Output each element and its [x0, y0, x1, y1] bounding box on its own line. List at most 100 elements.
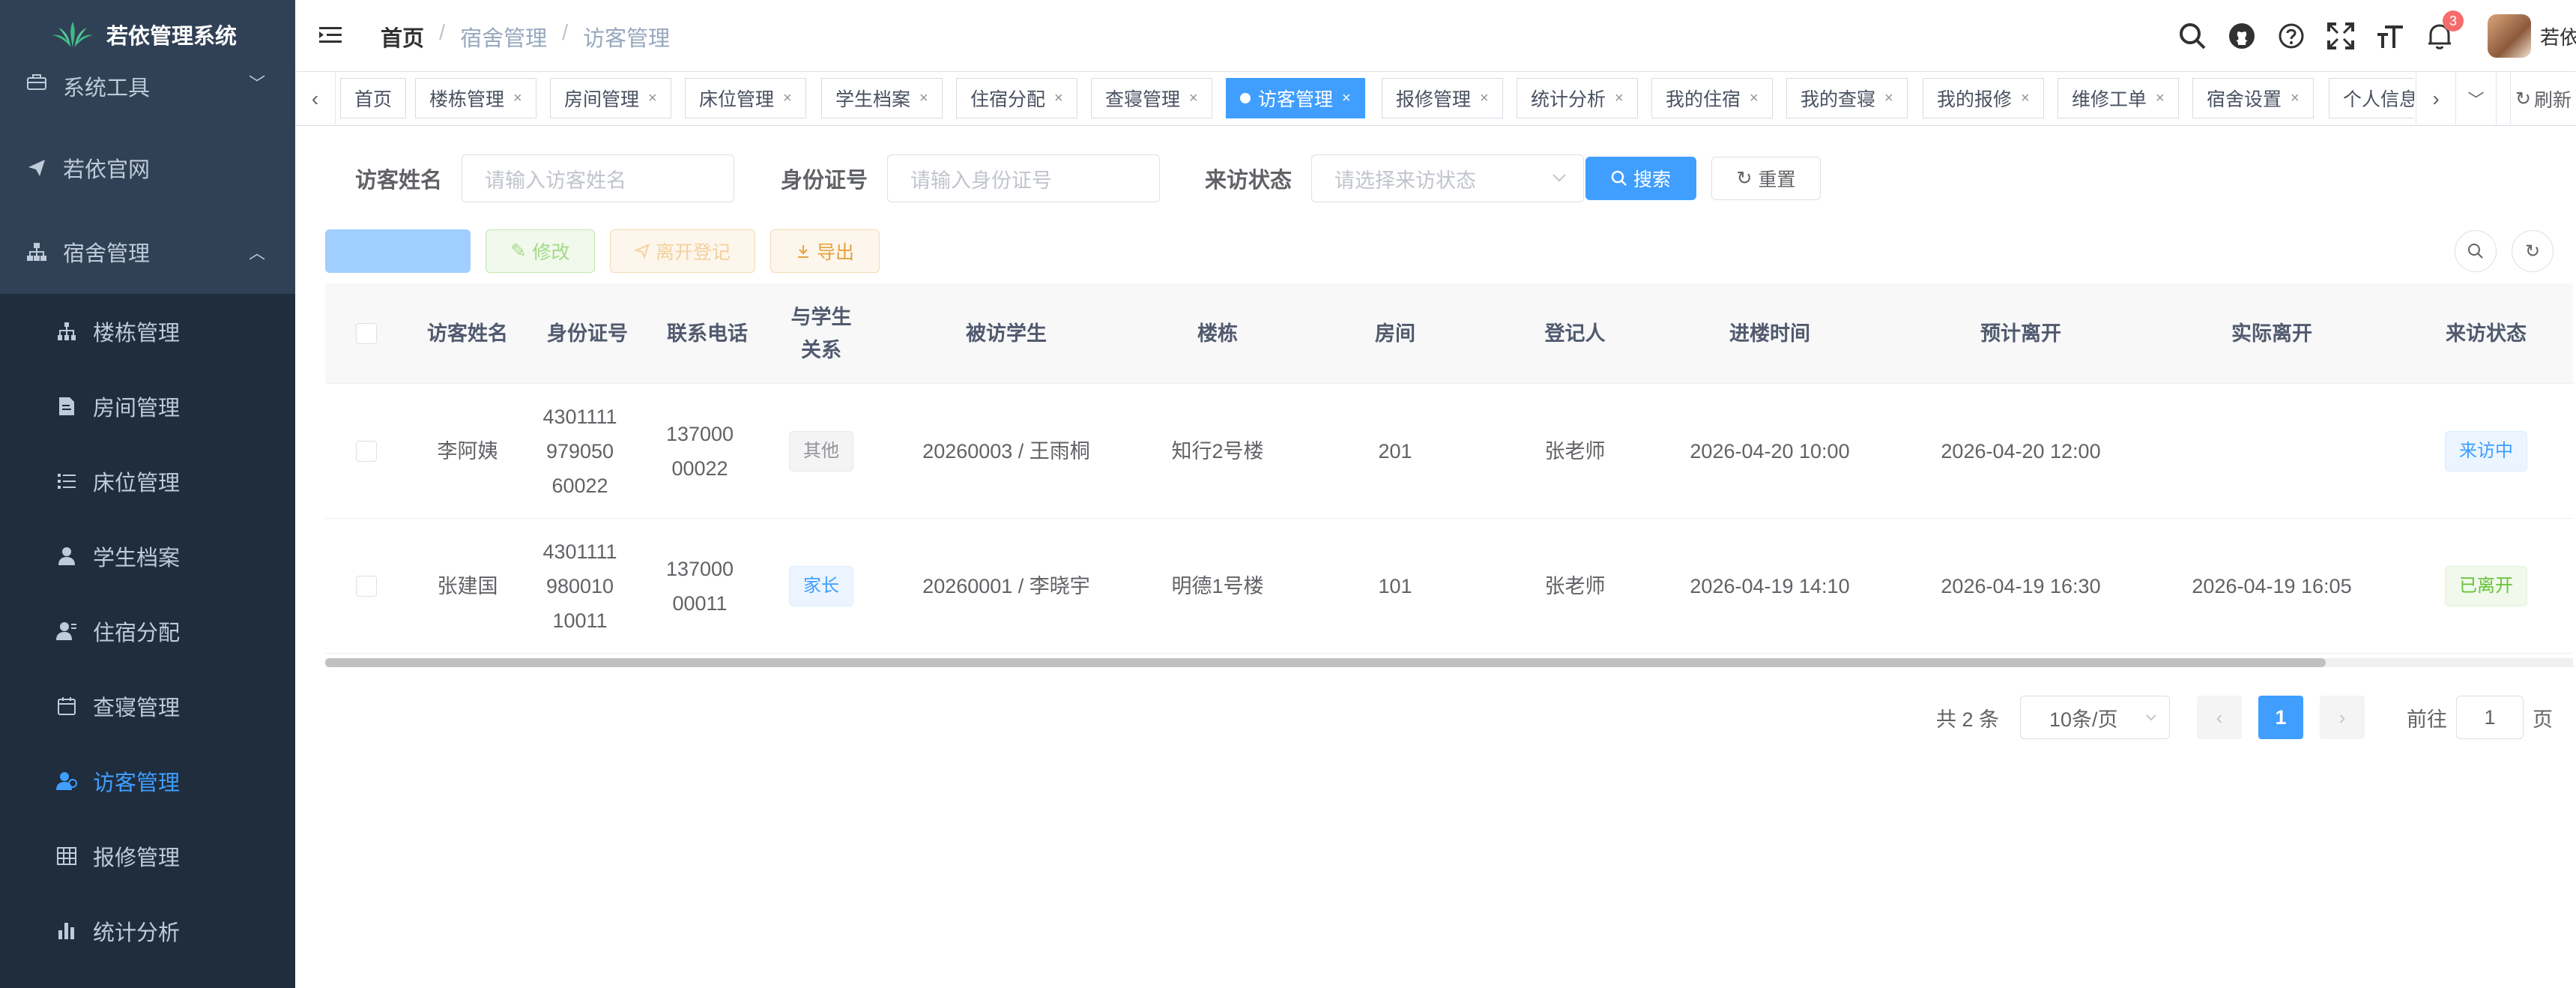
close-icon[interactable]: ×: [648, 90, 657, 107]
header-checkbox[interactable]: [325, 283, 408, 384]
menu-label: 若依官网: [63, 158, 151, 182]
close-icon[interactable]: ×: [1189, 90, 1198, 107]
sidebar-item-visitor[interactable]: 访客管理: [0, 744, 295, 819]
menu-label: 系统工具: [63, 76, 151, 100]
question-icon[interactable]: [2275, 19, 2308, 52]
breadcrumb-separator: /: [439, 21, 446, 45]
add-button[interactable]: [325, 229, 471, 273]
close-icon[interactable]: ×: [1750, 90, 1759, 107]
table-horizontal-scrollbar[interactable]: [325, 658, 2573, 667]
refresh-button[interactable]: ↻ 刷新: [2510, 72, 2576, 126]
edit-icon: ✎: [510, 241, 527, 262]
tag-visitor[interactable]: 访客管理 ×: [1226, 78, 1365, 118]
prev-page-button[interactable]: ‹: [2197, 696, 2242, 739]
close-icon[interactable]: ×: [513, 90, 522, 107]
tag-profile[interactable]: 个人信息×: [2329, 78, 2414, 118]
row-checkbox[interactable]: [356, 441, 377, 462]
id-card-input[interactable]: 请输入身份证号: [887, 154, 1161, 202]
avatar[interactable]: [2488, 14, 2531, 58]
username[interactable]: 若依: [2540, 22, 2576, 50]
fullscreen-icon[interactable]: [2324, 19, 2357, 52]
id-card-placeholder: 请输入身份证号: [910, 169, 1053, 192]
sidebar-item-building[interactable]: 楼栋管理: [0, 294, 295, 369]
close-icon[interactable]: ×: [1615, 90, 1624, 107]
chevron-down-icon: ﹀: [248, 74, 265, 93]
font-size-icon[interactable]: [2374, 19, 2407, 52]
visitor-name-input[interactable]: 请输入访客姓名: [462, 154, 735, 202]
tag-label: 访客管理: [1258, 89, 1334, 110]
sidebar-item-room[interactable]: 房间管理: [0, 369, 295, 444]
sidebar-item-student[interactable]: 学生档案: [0, 519, 295, 594]
page-size-select[interactable]: 10条/页: [2020, 696, 2170, 739]
tag-my-repair[interactable]: 我的报修 ×: [1923, 78, 2044, 118]
bell-icon[interactable]: 3: [2423, 10, 2464, 52]
edit-button-label: 修改: [532, 242, 570, 263]
sidebar-item-statistics[interactable]: 统计分析: [0, 894, 295, 969]
edit-button[interactable]: ✎ 修改: [486, 229, 595, 273]
search-icon[interactable]: [2176, 19, 2209, 52]
close-icon[interactable]: ×: [2021, 90, 2030, 107]
tag-label: 报修管理: [1396, 89, 1472, 110]
close-icon[interactable]: ×: [2291, 90, 2300, 107]
search-button[interactable]: 搜索: [1585, 157, 1696, 200]
tags-dropdown-icon[interactable]: ﹀: [2456, 72, 2497, 126]
pagination-total: 共 2 条: [1936, 708, 2000, 731]
tags-scroll-left-icon[interactable]: ‹: [295, 72, 336, 126]
tag-bed[interactable]: 床位管理 ×: [685, 78, 806, 118]
github-icon[interactable]: [2225, 19, 2258, 52]
right-menu: 3 若依: [2176, 0, 2576, 72]
next-page-button[interactable]: ›: [2320, 696, 2365, 739]
tag-my-inspection[interactable]: 我的查寝 ×: [1786, 78, 1908, 118]
sidebar-item-bed[interactable]: 床位管理: [0, 444, 295, 519]
breadcrumb-home[interactable]: 首页: [381, 21, 424, 52]
hamburger-icon[interactable]: [318, 22, 343, 48]
close-icon[interactable]: ×: [783, 90, 792, 107]
sidebar-item-label: 房间管理: [93, 397, 181, 421]
close-icon[interactable]: ×: [1884, 90, 1893, 107]
id-card-label: 身份证号: [781, 169, 868, 193]
cell-relation: 其他: [782, 384, 860, 519]
tag-home[interactable]: 首页: [340, 78, 407, 118]
export-button[interactable]: 导出: [770, 229, 880, 273]
close-icon[interactable]: ×: [2156, 90, 2165, 107]
tag-work-order[interactable]: 维修工单 ×: [2058, 78, 2179, 118]
page-number-button[interactable]: 1: [2258, 696, 2303, 739]
tag-my-accommodation[interactable]: 我的住宿 ×: [1651, 78, 1773, 118]
close-icon[interactable]: ×: [919, 90, 928, 107]
table-row[interactable]: 张建国 430111198001010011 13700000011 家长 20…: [325, 519, 2573, 654]
sidebar-item-repair[interactable]: 报修管理: [0, 819, 295, 894]
table-row[interactable]: 李阿姨 430111197905060022 13700000022 其他 20…: [325, 384, 2573, 519]
goto-suffix: 页: [2533, 708, 2553, 731]
tag-building[interactable]: 楼栋管理 ×: [415, 78, 536, 118]
tag-allocation[interactable]: 住宿分配 ×: [956, 78, 1077, 118]
tag-dorm-settings[interactable]: 宿舍设置 ×: [2192, 78, 2314, 118]
user-assign-icon: [55, 620, 78, 642]
goto-page-input[interactable]: 1: [2456, 696, 2524, 739]
tag-inspection[interactable]: 查寝管理 ×: [1091, 78, 1212, 118]
relation-tag: 其他: [789, 431, 853, 472]
tag-room[interactable]: 房间管理 ×: [550, 78, 671, 118]
status-select[interactable]: 请选择来访状态: [1311, 154, 1585, 202]
close-icon[interactable]: ×: [1480, 90, 1489, 107]
current-page: 1: [2258, 696, 2303, 739]
tags-scroll-right-icon[interactable]: ›: [2416, 72, 2456, 126]
close-icon[interactable]: ×: [1342, 90, 1351, 107]
menu-dorm-management[interactable]: 宿舍管理 ︿: [0, 210, 295, 294]
page-size-box[interactable]: 10条/页: [2020, 696, 2170, 739]
reset-button[interactable]: ↻ 重置: [1711, 157, 1821, 200]
tag-label: 首页: [354, 89, 393, 110]
scrollbar-thumb[interactable]: [325, 658, 2326, 667]
row-checkbox[interactable]: [356, 576, 377, 597]
leave-register-button[interactable]: 离开登记: [610, 229, 755, 273]
menu-system-tools[interactable]: 系统工具 ﹀: [0, 43, 295, 126]
refresh-table-button[interactable]: ↻: [2512, 230, 2554, 272]
menu-ruoyi-site[interactable]: 若依官网: [0, 126, 295, 210]
close-icon[interactable]: ×: [1054, 90, 1063, 107]
sidebar-item-inspection[interactable]: 查寝管理: [0, 669, 295, 744]
sidebar-item-allocation[interactable]: 住宿分配: [0, 594, 295, 669]
tag-statistics[interactable]: 统计分析 ×: [1517, 78, 1638, 118]
toggle-search-button[interactable]: [2455, 230, 2497, 272]
tag-repair[interactable]: 报修管理 ×: [1382, 78, 1503, 118]
tag-student[interactable]: 学生档案 ×: [821, 78, 943, 118]
select-all-checkbox[interactable]: [356, 323, 377, 344]
